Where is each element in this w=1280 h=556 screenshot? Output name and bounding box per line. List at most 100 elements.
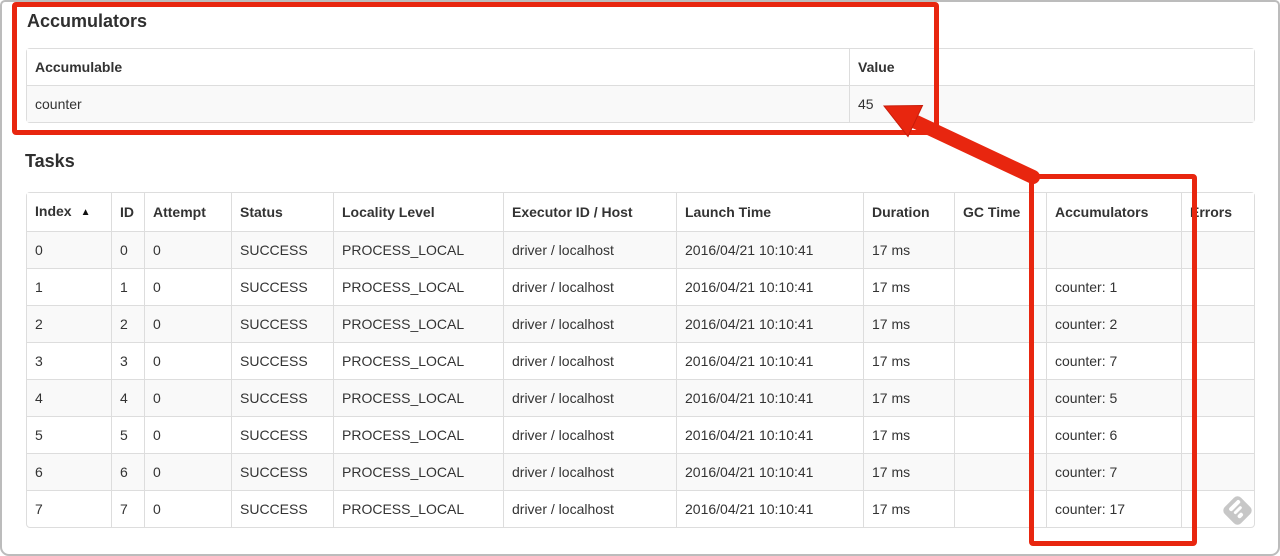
sort-ascending-icon: ▲ [80, 207, 91, 218]
task-cell-executor: driver / localhost [503, 342, 676, 379]
tasks-table-body: 0 0 0 SUCCESS PROCESS_LOCAL driver / localhos… [27, 231, 1254, 527]
task-cell-accumulators: counter: 1 [1046, 268, 1181, 305]
task-cell-index: 2 [27, 305, 111, 342]
task-cell-errors [1181, 231, 1254, 268]
task-cell-executor: driver / localhost [503, 490, 676, 527]
task-cell-launch: 2016/04/21 10:10:41 [676, 379, 863, 416]
task-cell-gc_time [954, 379, 1046, 416]
task-cell-accumulators: counter: 2 [1046, 305, 1181, 342]
locality-level-column-header[interactable]: Locality Level [333, 193, 503, 231]
task-cell-attempt: 0 [144, 342, 231, 379]
accumulator-row: counter 45 [27, 85, 1254, 122]
task-cell-errors [1181, 342, 1254, 379]
task-row: 3 3 0 SUCCESS PROCESS_LOCAL driver / localhos… [27, 342, 1254, 379]
task-cell-gc_time [954, 416, 1046, 453]
task-cell-id: 7 [111, 490, 144, 527]
index-column-header[interactable]: Index ▲ [27, 193, 111, 231]
task-cell-locality: PROCESS_LOCAL [333, 305, 503, 342]
task-cell-launch: 2016/04/21 10:10:41 [676, 342, 863, 379]
tasks-section-title: Tasks [25, 151, 75, 171]
task-row: 0 0 0 SUCCESS PROCESS_LOCAL driver / localhos… [27, 231, 1254, 268]
task-cell-locality: PROCESS_LOCAL [333, 490, 503, 527]
task-cell-launch: 2016/04/21 10:10:41 [676, 305, 863, 342]
task-cell-accumulators: counter: 7 [1046, 342, 1181, 379]
task-cell-duration: 17 ms [863, 268, 954, 305]
task-cell-id: 4 [111, 379, 144, 416]
task-cell-launch: 2016/04/21 10:10:41 [676, 268, 863, 305]
accumulable-column-header[interactable]: Accumulable [27, 49, 849, 85]
status-column-header[interactable]: Status [231, 193, 333, 231]
accumulable-name-cell: counter [27, 85, 849, 122]
task-cell-executor: driver / localhost [503, 231, 676, 268]
tasks-header-row: Index ▲ ID Attempt Status Locality Level … [27, 193, 1254, 231]
task-cell-attempt: 0 [144, 416, 231, 453]
task-cell-gc_time [954, 305, 1046, 342]
accumulators-table: Accumulable Value counter 45 [26, 48, 1255, 123]
launch-time-column-header[interactable]: Launch Time [676, 193, 863, 231]
duration-column-header[interactable]: Duration [863, 193, 954, 231]
task-cell-index: 4 [27, 379, 111, 416]
task-cell-executor: driver / localhost [503, 379, 676, 416]
task-cell-duration: 17 ms [863, 305, 954, 342]
task-cell-status: SUCCESS [231, 379, 333, 416]
value-column-header[interactable]: Value [849, 49, 1254, 85]
task-cell-launch: 2016/04/21 10:10:41 [676, 453, 863, 490]
task-cell-index: 3 [27, 342, 111, 379]
task-cell-index: 0 [27, 231, 111, 268]
task-cell-attempt: 0 [144, 231, 231, 268]
task-cell-locality: PROCESS_LOCAL [333, 342, 503, 379]
task-cell-attempt: 0 [144, 268, 231, 305]
task-cell-status: SUCCESS [231, 416, 333, 453]
task-row: 1 1 0 SUCCESS PROCESS_LOCAL driver / localhos… [27, 268, 1254, 305]
executor-id-host-column-header[interactable]: Executor ID / Host [503, 193, 676, 231]
gc-time-column-header[interactable]: GC Time [954, 193, 1046, 231]
task-cell-index: 7 [27, 490, 111, 527]
task-cell-status: SUCCESS [231, 231, 333, 268]
tasks-table: Index ▲ ID Attempt Status Locality Level … [26, 192, 1255, 528]
task-cell-errors [1181, 416, 1254, 453]
task-cell-executor: driver / localhost [503, 305, 676, 342]
task-cell-locality: PROCESS_LOCAL [333, 268, 503, 305]
task-cell-id: 3 [111, 342, 144, 379]
accumulable-value-cell: 45 [849, 85, 1254, 122]
task-cell-status: SUCCESS [231, 268, 333, 305]
task-cell-gc_time [954, 453, 1046, 490]
task-row: 7 7 0 SUCCESS PROCESS_LOCAL driver / localhos… [27, 490, 1254, 527]
task-cell-status: SUCCESS [231, 305, 333, 342]
task-cell-status: SUCCESS [231, 342, 333, 379]
task-cell-accumulators [1046, 231, 1181, 268]
task-cell-launch: 2016/04/21 10:10:41 [676, 231, 863, 268]
errors-column-header[interactable]: Errors [1181, 193, 1254, 231]
task-cell-id: 0 [111, 231, 144, 268]
task-cell-attempt: 0 [144, 305, 231, 342]
task-cell-id: 2 [111, 305, 144, 342]
task-cell-errors [1181, 305, 1254, 342]
task-row: 6 6 0 SUCCESS PROCESS_LOCAL driver / localhos… [27, 453, 1254, 490]
id-column-header[interactable]: ID [111, 193, 144, 231]
attempt-column-header[interactable]: Attempt [144, 193, 231, 231]
task-cell-id: 1 [111, 268, 144, 305]
accumulators-column-header[interactable]: Accumulators [1046, 193, 1181, 231]
task-cell-locality: PROCESS_LOCAL [333, 379, 503, 416]
task-cell-gc_time [954, 268, 1046, 305]
task-cell-accumulators: counter: 5 [1046, 379, 1181, 416]
task-cell-duration: 17 ms [863, 231, 954, 268]
task-cell-status: SUCCESS [231, 453, 333, 490]
task-cell-duration: 17 ms [863, 342, 954, 379]
accumulators-header-row: Accumulable Value [27, 49, 1254, 85]
task-cell-errors [1181, 379, 1254, 416]
task-cell-launch: 2016/04/21 10:10:41 [676, 490, 863, 527]
task-cell-duration: 17 ms [863, 490, 954, 527]
task-cell-attempt: 0 [144, 490, 231, 527]
task-cell-index: 1 [27, 268, 111, 305]
task-cell-executor: driver / localhost [503, 268, 676, 305]
task-cell-gc_time [954, 490, 1046, 527]
task-cell-id: 6 [111, 453, 144, 490]
task-cell-launch: 2016/04/21 10:10:41 [676, 416, 863, 453]
task-cell-accumulators: counter: 6 [1046, 416, 1181, 453]
task-cell-locality: PROCESS_LOCAL [333, 453, 503, 490]
task-cell-errors [1181, 268, 1254, 305]
task-cell-status: SUCCESS [231, 490, 333, 527]
accumulators-section-title: Accumulators [27, 11, 148, 31]
task-row: 2 2 0 SUCCESS PROCESS_LOCAL driver / localhos… [27, 305, 1254, 342]
